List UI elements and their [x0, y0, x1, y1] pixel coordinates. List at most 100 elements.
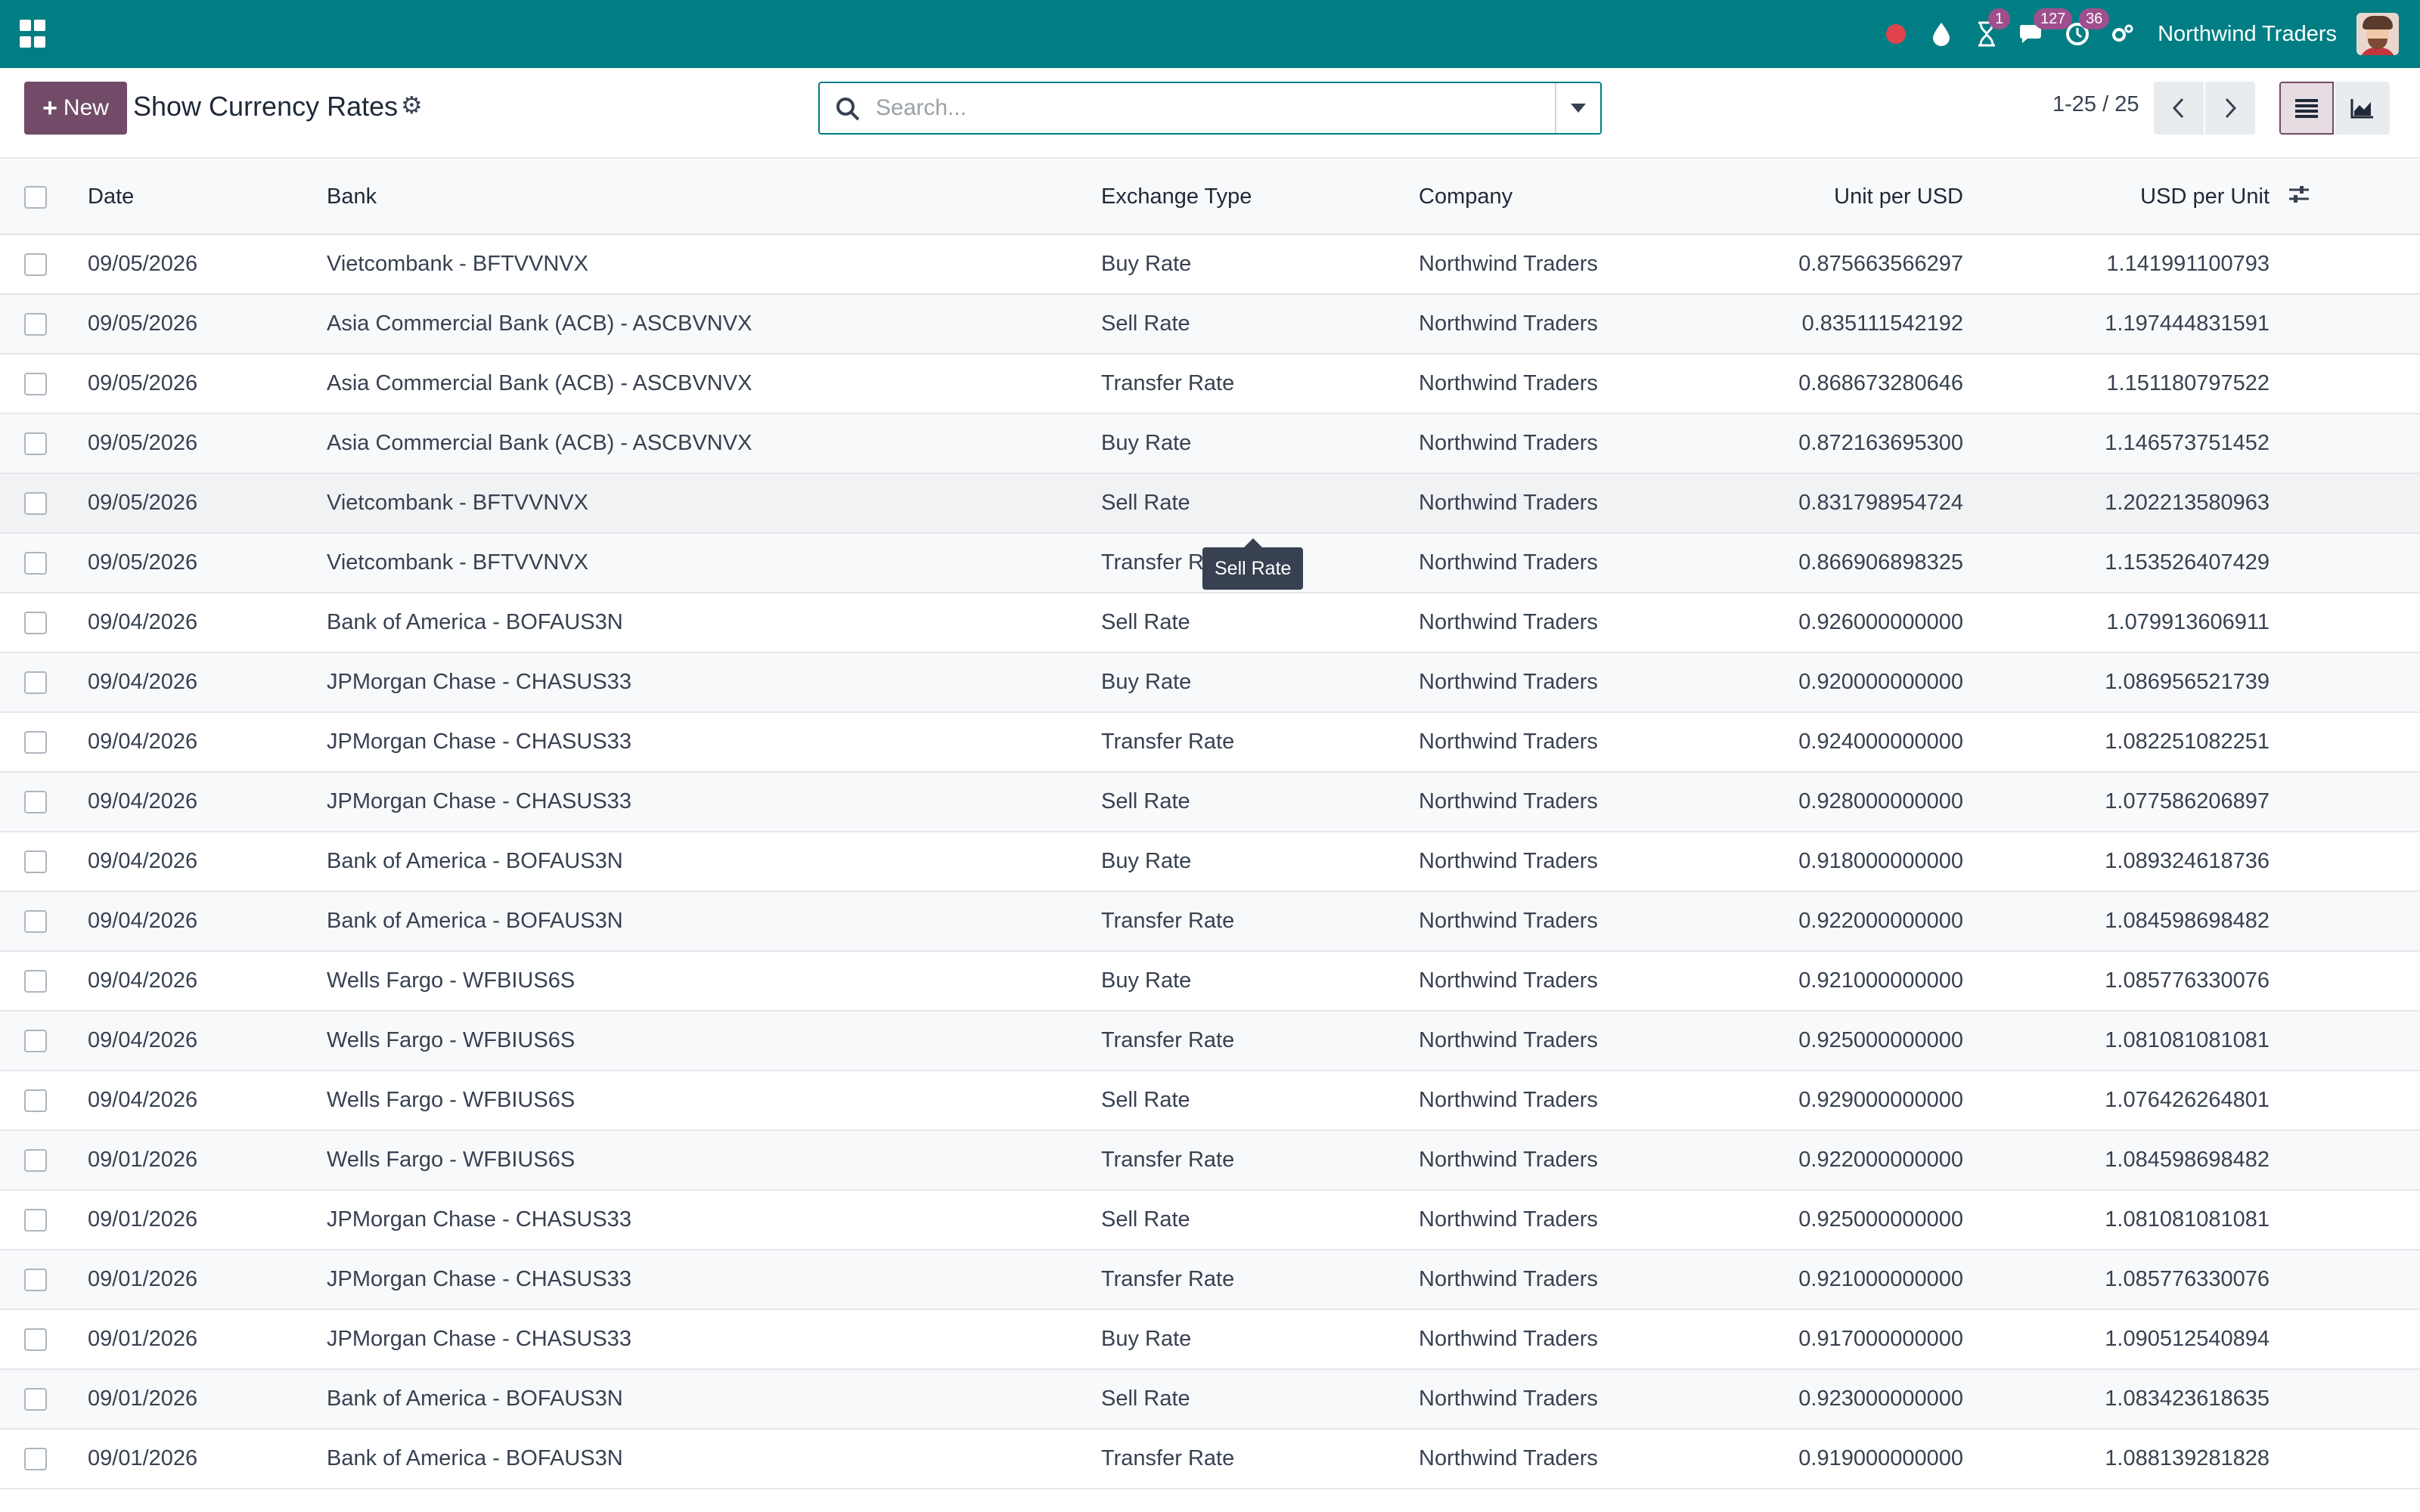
table-row[interactable]: 09/05/2026 Vietcombank - BFTVVNVX Buy Rate… — [0, 234, 2420, 295]
cell-exchange-type[interactable]: Buy Rate — [1101, 414, 1419, 474]
row-checkbox[interactable] — [24, 731, 47, 754]
cell-bank[interactable]: JPMorgan Chase - CHASUS33 — [327, 1309, 1101, 1370]
cell-company[interactable]: Northwind Traders — [1419, 1130, 1699, 1191]
table-row[interactable]: 09/04/2026 JPMorgan Chase - CHASUS33 Buy R… — [0, 652, 2420, 713]
cell-unit-per-usd[interactable]: 0.868673280646 — [1699, 354, 1963, 414]
table-row[interactable]: 09/01/2026 JPMorgan Chase - CHASUS33 Buy R… — [0, 1309, 2420, 1370]
cell-bank[interactable]: JPMorgan Chase - CHASUS33 — [327, 712, 1101, 773]
cell-date[interactable]: 09/04/2026 — [88, 593, 327, 653]
messages-icon[interactable]: 127 — [2017, 8, 2073, 49]
table-row[interactable]: 09/04/2026 Wells Fargo - WFBIUS6S Buy Rate… — [0, 951, 2420, 1012]
row-checkbox[interactable] — [24, 1209, 47, 1232]
cell-company[interactable]: Northwind Traders — [1419, 772, 1699, 832]
cell-bank[interactable]: Vietcombank - BFTVVNVX — [327, 473, 1101, 534]
cell-date[interactable]: 09/01/2026 — [88, 1309, 327, 1370]
row-checkbox[interactable] — [24, 1030, 47, 1053]
cell-usd-per-unit[interactable]: 1.081081081081 — [1963, 1190, 2270, 1250]
new-button[interactable]: + New — [24, 82, 127, 135]
table-row[interactable]: 09/01/2026 Bank of America - BOFAUS3N Tran… — [0, 1429, 2420, 1489]
cell-bank[interactable]: Bank of America - BOFAUS3N — [327, 593, 1101, 653]
search-options-toggle[interactable] — [1555, 83, 1600, 133]
cell-date[interactable]: 09/05/2026 — [88, 473, 327, 534]
column-header-unit-per-usd[interactable]: Unit per USD — [1699, 160, 1963, 235]
cell-company[interactable]: Northwind Traders — [1419, 1011, 1699, 1071]
cell-bank[interactable]: JPMorgan Chase - CHASUS33 — [327, 1190, 1101, 1250]
cell-date[interactable]: 09/04/2026 — [88, 652, 327, 713]
cell-exchange-type[interactable]: Sell Rate — [1101, 772, 1419, 832]
row-checkbox[interactable] — [24, 1448, 47, 1471]
cell-exchange-type[interactable]: Transfer Rate — [1101, 1011, 1419, 1071]
gear-icon[interactable]: ⚙ — [401, 91, 423, 119]
cell-company[interactable]: Northwind Traders — [1419, 234, 1699, 295]
row-checkbox[interactable] — [24, 552, 47, 575]
cell-bank[interactable]: JPMorgan Chase - CHASUS33 — [327, 772, 1101, 832]
cell-exchange-type[interactable]: Sell Rate — [1101, 593, 1419, 653]
row-checkbox[interactable] — [24, 1269, 47, 1292]
cell-company[interactable]: Northwind Traders — [1419, 951, 1699, 1012]
cell-company[interactable]: Northwind Traders — [1419, 414, 1699, 474]
cell-date[interactable]: 09/04/2026 — [88, 712, 327, 773]
column-header-usd-per-unit[interactable]: USD per Unit — [1963, 160, 2270, 235]
cell-date[interactable]: 09/04/2026 — [88, 1070, 327, 1131]
cell-bank[interactable]: Wells Fargo - WFBIUS6S — [327, 1130, 1101, 1191]
cell-unit-per-usd[interactable]: 0.928000000000 — [1699, 772, 1963, 832]
cell-unit-per-usd[interactable]: 0.929000000000 — [1699, 1070, 1963, 1131]
cell-usd-per-unit[interactable]: 1.085776330076 — [1963, 951, 2270, 1012]
cell-exchange-type[interactable]: Sell Rate — [1101, 1070, 1419, 1131]
cell-usd-per-unit[interactable]: 1.153526407429 — [1963, 533, 2270, 593]
cell-usd-per-unit[interactable]: 1.089324618736 — [1963, 832, 2270, 892]
cell-date[interactable]: 09/01/2026 — [88, 1250, 327, 1310]
cell-date[interactable]: 09/01/2026 — [88, 1190, 327, 1250]
company-name[interactable]: Northwind Traders — [2158, 22, 2337, 47]
cell-bank[interactable]: JPMorgan Chase - CHASUS33 — [327, 652, 1101, 713]
cell-exchange-type[interactable]: Buy Rate — [1101, 234, 1419, 295]
cell-usd-per-unit[interactable]: 1.083423618635 — [1963, 1369, 2270, 1430]
cell-unit-per-usd[interactable]: 0.875663566297 — [1699, 234, 1963, 295]
cell-unit-per-usd[interactable]: 0.926000000000 — [1699, 593, 1963, 653]
cell-unit-per-usd[interactable]: 0.921000000000 — [1699, 1250, 1963, 1310]
cell-bank[interactable]: JPMorgan Chase - CHASUS33 — [327, 1250, 1101, 1310]
cell-usd-per-unit[interactable]: 1.141991100793 — [1963, 234, 2270, 295]
pager-next-button[interactable] — [2205, 82, 2255, 135]
cell-usd-per-unit[interactable]: 1.085776330076 — [1963, 1250, 2270, 1310]
cell-bank[interactable]: Bank of America - BOFAUS3N — [327, 1369, 1101, 1430]
cell-company[interactable]: Northwind Traders — [1419, 473, 1699, 534]
list-view-button[interactable] — [2279, 82, 2334, 135]
cell-bank[interactable]: Bank of America - BOFAUS3N — [327, 1429, 1101, 1489]
cell-company[interactable]: Northwind Traders — [1419, 294, 1699, 355]
cell-company[interactable]: Northwind Traders — [1419, 593, 1699, 653]
cell-unit-per-usd[interactable]: 0.917000000000 — [1699, 1309, 1963, 1370]
cell-company[interactable]: Northwind Traders — [1419, 891, 1699, 952]
cell-date[interactable]: 09/04/2026 — [88, 891, 327, 952]
cell-exchange-type[interactable]: Sell Rate — [1101, 1190, 1419, 1250]
pager-value[interactable]: 1-25 / 25 — [2052, 92, 2139, 117]
cell-exchange-type[interactable]: Sell Rate — [1101, 1369, 1419, 1430]
cell-company[interactable]: Northwind Traders — [1419, 533, 1699, 593]
cell-bank[interactable]: Vietcombank - BFTVVNVX — [327, 533, 1101, 593]
cell-usd-per-unit[interactable]: 1.084598698482 — [1963, 891, 2270, 952]
cell-exchange-type[interactable]: Transfer Rate — [1101, 712, 1419, 773]
cell-company[interactable]: Northwind Traders — [1419, 1429, 1699, 1489]
cell-company[interactable]: Northwind Traders — [1419, 832, 1699, 892]
pager-previous-button[interactable] — [2154, 82, 2204, 135]
cell-date[interactable]: 09/05/2026 — [88, 294, 327, 355]
select-all-checkbox[interactable] — [24, 186, 47, 209]
activity-hourglass-icon[interactable]: 1 — [1972, 8, 2011, 49]
row-checkbox[interactable] — [24, 1328, 47, 1352]
cell-company[interactable]: Northwind Traders — [1419, 712, 1699, 773]
cell-exchange-type[interactable]: Sell Rate — [1101, 294, 1419, 355]
row-checkbox[interactable] — [24, 671, 47, 695]
cell-date[interactable]: 09/05/2026 — [88, 234, 327, 295]
company-switch-icon[interactable] — [2108, 19, 2138, 49]
search-input[interactable] — [876, 89, 1526, 127]
user-avatar[interactable] — [2356, 13, 2399, 55]
cell-date[interactable]: 09/05/2026 — [88, 354, 327, 414]
cell-usd-per-unit[interactable]: 1.090512540894 — [1963, 1309, 2270, 1370]
row-checkbox[interactable] — [24, 791, 47, 814]
cell-company[interactable]: Northwind Traders — [1419, 1369, 1699, 1430]
row-checkbox[interactable] — [24, 432, 47, 456]
cell-unit-per-usd[interactable]: 0.866906898325 — [1699, 533, 1963, 593]
cell-unit-per-usd[interactable]: 0.872163695300 — [1699, 414, 1963, 474]
cell-company[interactable]: Northwind Traders — [1419, 652, 1699, 713]
table-row[interactable]: 09/05/2026 Asia Commercial Bank (ACB) - A… — [0, 294, 2420, 355]
